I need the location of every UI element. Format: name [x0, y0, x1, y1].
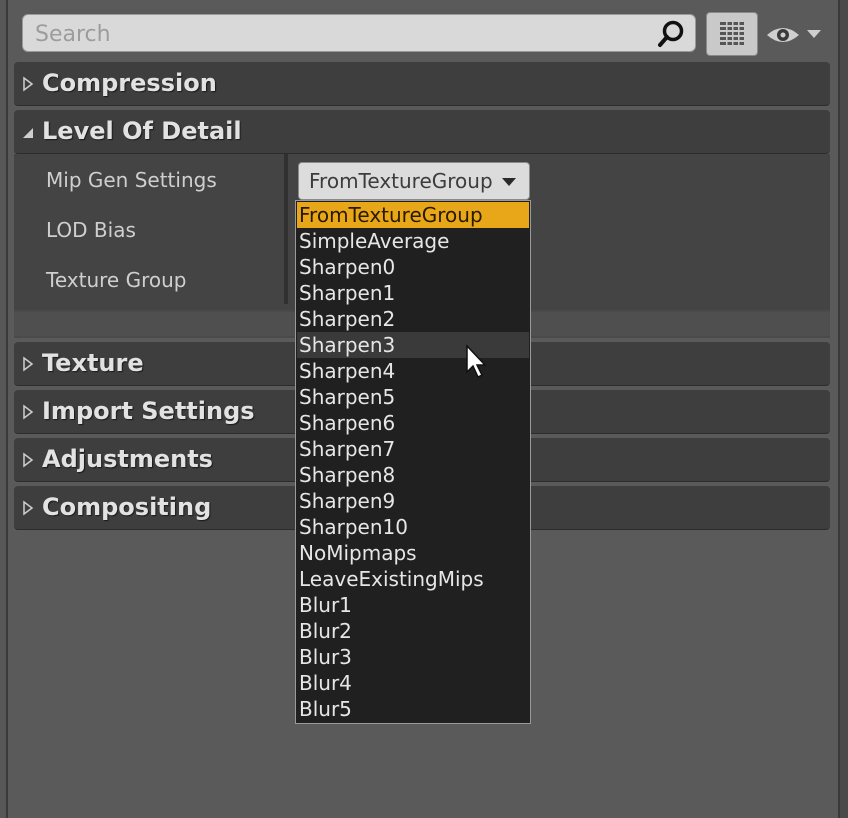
- chevron-down-icon[interactable]: [806, 28, 822, 40]
- menu-item-blur3[interactable]: Blur3: [297, 644, 529, 670]
- grid-icon: [720, 21, 744, 47]
- menu-item-sharpen6[interactable]: Sharpen6: [297, 410, 529, 436]
- menu-item-simpleaverage[interactable]: SimpleAverage: [297, 228, 529, 254]
- search-input[interactable]: [33, 17, 637, 51]
- chevron-down-icon: [502, 178, 516, 186]
- category-label: Adjustments: [42, 445, 213, 473]
- menu-item-sharpen10[interactable]: Sharpen10: [297, 514, 529, 540]
- triangle-right-icon: [23, 500, 34, 516]
- category-label: Compression: [42, 69, 217, 97]
- menu-item-sharpen7[interactable]: Sharpen7: [297, 436, 529, 462]
- menu-item-blur5[interactable]: Blur5: [297, 696, 529, 722]
- category-compression[interactable]: Compression: [14, 62, 830, 106]
- menu-item-fromtexturegroup[interactable]: FromTextureGroup: [297, 202, 529, 228]
- category-label: Level Of Detail: [42, 117, 242, 145]
- menu-item-sharpen0[interactable]: Sharpen0: [297, 254, 529, 280]
- triangle-right-icon: [23, 404, 34, 420]
- menu-item-blur2[interactable]: Blur2: [297, 618, 529, 644]
- eye-icon[interactable]: [766, 24, 800, 46]
- triangle-right-icon: [23, 356, 34, 372]
- mip-gen-settings-dropdown[interactable]: FromTextureGroup: [298, 162, 530, 200]
- mip-gen-settings-menu: FromTextureGroup SimpleAverage Sharpen0 Sha…: [295, 200, 531, 724]
- triangle-down-icon: [23, 128, 33, 138]
- menu-item-leaveexistingmips[interactable]: LeaveExistingMips: [297, 566, 529, 592]
- column-divider[interactable]: [284, 154, 288, 304]
- category-level-of-detail[interactable]: Level Of Detail: [14, 110, 830, 154]
- mip-gen-settings-value: FromTextureGroup: [309, 169, 493, 193]
- mouse-cursor-icon: [466, 344, 487, 379]
- menu-item-sharpen4[interactable]: Sharpen4: [297, 358, 529, 384]
- category-label: Compositing: [42, 493, 212, 521]
- menu-item-sharpen3[interactable]: Sharpen3: [297, 332, 529, 358]
- search-box[interactable]: [22, 14, 696, 52]
- search-icon[interactable]: [657, 19, 687, 49]
- view-options-button[interactable]: [706, 12, 758, 56]
- menu-item-blur1[interactable]: Blur1: [297, 592, 529, 618]
- lod-bias-label: LOD Bias: [46, 218, 136, 242]
- texture-group-label: Texture Group: [46, 268, 187, 292]
- menu-item-nomipmaps[interactable]: NoMipmaps: [297, 540, 529, 566]
- triangle-right-icon: [23, 452, 34, 468]
- menu-item-sharpen2[interactable]: Sharpen2: [297, 306, 529, 332]
- menu-item-sharpen8[interactable]: Sharpen8: [297, 462, 529, 488]
- menu-item-sharpen5[interactable]: Sharpen5: [297, 384, 529, 410]
- mip-gen-settings-label: Mip Gen Settings: [46, 168, 217, 192]
- category-label: Texture: [42, 349, 144, 377]
- category-label: Import Settings: [42, 397, 255, 425]
- menu-item-sharpen1[interactable]: Sharpen1: [297, 280, 529, 306]
- triangle-right-icon: [23, 76, 34, 92]
- menu-item-sharpen9[interactable]: Sharpen9: [297, 488, 529, 514]
- menu-item-blur4[interactable]: Blur4: [297, 670, 529, 696]
- panel-edge: [840, 0, 848, 818]
